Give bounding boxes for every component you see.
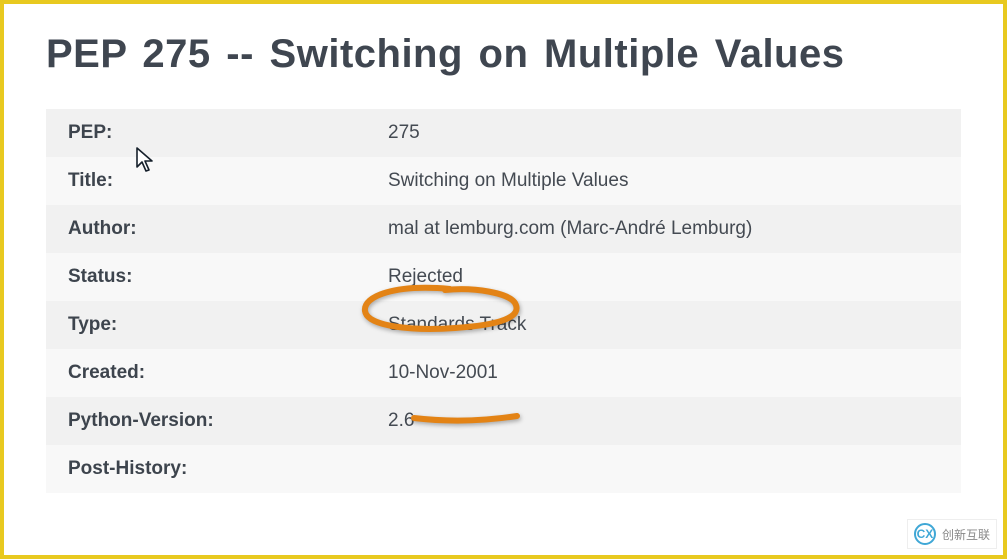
document-frame: PEP 275 -- Switching on Multiple Values … — [0, 0, 1007, 559]
table-row: Python-Version:2.6 — [46, 397, 961, 445]
table-row: PEP:275 — [46, 109, 961, 157]
page-title: PEP 275 -- Switching on Multiple Values — [46, 32, 961, 77]
row-value: 2.6 — [366, 397, 961, 445]
table-row: Created:10-Nov-2001 — [46, 349, 961, 397]
watermark-text: 创新互联 — [942, 526, 990, 543]
table-row: Title:Switching on Multiple Values — [46, 157, 961, 205]
row-value: 275 — [366, 109, 961, 157]
row-label: Created: — [46, 349, 366, 397]
row-label: Title: — [46, 157, 366, 205]
watermark: CX 创新互联 — [907, 519, 997, 549]
table-row: Author:mal at lemburg.com (Marc-André Le… — [46, 205, 961, 253]
metadata-table: PEP:275Title:Switching on Multiple Value… — [46, 109, 961, 493]
watermark-logo-icon: CX — [914, 523, 936, 545]
document-content: PEP 275 -- Switching on Multiple Values … — [4, 4, 1003, 493]
row-label: Status: — [46, 253, 366, 301]
row-label: Post-History: — [46, 445, 366, 493]
table-row: Type:Standards Track — [46, 301, 961, 349]
row-label: Type: — [46, 301, 366, 349]
row-value: Standards Track — [366, 301, 961, 349]
row-value — [366, 445, 961, 493]
row-label: PEP: — [46, 109, 366, 157]
row-value: 10-Nov-2001 — [366, 349, 961, 397]
table-row: Post-History: — [46, 445, 961, 493]
row-value: Switching on Multiple Values — [366, 157, 961, 205]
metadata-tbody: PEP:275Title:Switching on Multiple Value… — [46, 109, 961, 493]
row-label: Python-Version: — [46, 397, 366, 445]
row-value: Rejected — [366, 253, 961, 301]
row-label: Author: — [46, 205, 366, 253]
row-value: mal at lemburg.com (Marc-André Lemburg) — [366, 205, 961, 253]
table-row: Status:Rejected — [46, 253, 961, 301]
